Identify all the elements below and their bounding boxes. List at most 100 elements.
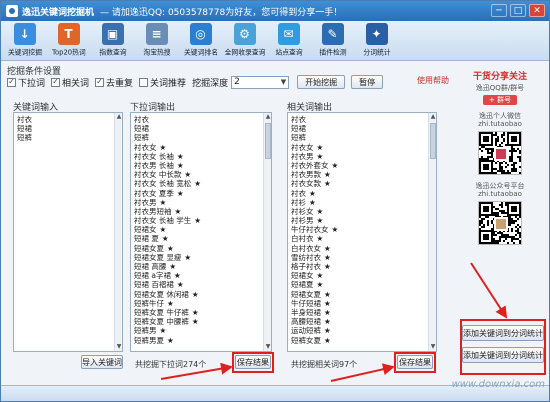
toolbar-item-4[interactable]: ◎ 关键词排名 [179, 21, 222, 59]
list-item[interactable]: 衬衫男 ★ [291, 216, 433, 225]
toolbar-item-0[interactable]: ↓ 关键词挖掘 [3, 21, 46, 59]
list-item[interactable]: 短裙 高腰 ★ [134, 262, 268, 271]
list-item[interactable]: 半身短裙 ★ [291, 308, 433, 317]
list-item[interactable]: 衬衣 [291, 115, 433, 124]
toolbar-item-8[interactable]: ✦ 分词统计 [355, 21, 398, 59]
list-item[interactable]: 白衬衣女 ★ [291, 244, 433, 253]
list-item[interactable]: 短裤 [134, 133, 268, 142]
toolbar-item-2[interactable]: ▣ 指数查询 [91, 21, 134, 59]
list-item[interactable]: 衬衣外套女 ★ [291, 161, 433, 170]
list-item[interactable]: 短裙女夏 ★ [291, 290, 433, 299]
list-item-text: 高腰短裙 [291, 317, 321, 327]
checkbox-related[interactable]: ✓ 相关词 [51, 76, 89, 89]
list-item-text: 短裙女 [291, 271, 314, 281]
list-item[interactable]: 短裤女夏 中腰裤 ★ [134, 317, 268, 326]
list-item[interactable]: 短裙 [17, 124, 119, 133]
list-item[interactable]: 短裤女夏 ★ [291, 336, 433, 345]
list-item[interactable]: 衬衫女 ★ [291, 207, 433, 216]
toolbar-item-7[interactable]: ✎ 插件检测 [311, 21, 354, 59]
checkbox-dropdown[interactable]: ✓ 下拉词 [7, 76, 45, 89]
list-item[interactable]: 衬衣男 长袖 ★ [134, 161, 268, 170]
list-item[interactable]: 运动短裤 ★ [291, 326, 433, 335]
add-to-segment-button-2[interactable]: 添加关键词到分词统计 [462, 347, 544, 363]
list-item[interactable]: 短裤男夏 ★ [134, 336, 268, 345]
toolbar-item-1[interactable]: T Top20热词 [47, 21, 90, 59]
list-item[interactable]: 短裙 [134, 124, 268, 133]
list-item[interactable]: 衬衣女 长袖 学生 ★ [134, 216, 268, 225]
list-item[interactable]: 衬衣 [17, 115, 119, 124]
list-item[interactable]: 衬衫 ★ [291, 198, 433, 207]
list-item[interactable]: 衬衣女款 ★ [291, 179, 433, 188]
list-item[interactable]: 短裙 a字裙 ★ [134, 271, 268, 280]
qq-group-text: 逸迅QQ群/群号 [475, 84, 525, 92]
list-item[interactable]: 衬衣 ★ [291, 189, 433, 198]
list-item-text: 衬衣女 夏季 [134, 188, 174, 198]
scrollbar[interactable]: ▲ ▼ [263, 113, 271, 351]
list-item[interactable]: 衬衣男 ★ [134, 198, 268, 207]
list-item[interactable]: 短裤牛仔 ★ [134, 299, 268, 308]
list-item-text: 短裙 a字裙 [134, 271, 171, 281]
toolbar-item-6[interactable]: ✉ 站点查询 [267, 21, 310, 59]
scrollbar[interactable]: ▲ ▼ [428, 113, 436, 351]
list-item-text: 白衬衣女 [291, 243, 321, 253]
list-item[interactable]: 衬衣女 长袖 ★ [134, 152, 268, 161]
list-item[interactable]: 短裙女夏 ★ [134, 244, 268, 253]
list-item[interactable]: 短裤 [17, 133, 119, 142]
start-button[interactable]: 开始挖掘 [297, 75, 346, 89]
input-panel[interactable]: 衬衣 短裙 短裤 ▲ ▼ [13, 112, 123, 352]
checkbox-box[interactable]: ✓ [51, 77, 61, 87]
close-button[interactable]: ✕ [529, 4, 545, 17]
maximize-button[interactable]: □ [510, 4, 526, 17]
wrench-icon: ✎ [321, 23, 344, 45]
toolbar-item-3[interactable]: ≡ 淘宝热搜 [135, 21, 178, 59]
list-item[interactable]: 短裙女 ★ [134, 225, 268, 234]
chevron-down-icon: ▼ [280, 78, 287, 86]
list-item[interactable]: 高腰短裙 ★ [291, 317, 433, 326]
related-output-panel[interactable]: 衬衣 短裙 短裤 衬衣女 ★ 衬衣男 ★ 衬衣外套女 ★ 衬衣男款 ★ 衬衣女款 ★ 衬衣 ★ 衬衫 ★ 衬衫女 ★… [287, 112, 437, 352]
dropdown-output-panel[interactable]: 衬衣 短裙 短裤 衬衣女 ★ 衬衣女 长袖 ★ 衬衣男 长袖 ★ 衬衣女 中长款 ★ 衬衣女 长袖 宽… [130, 112, 272, 352]
list-item[interactable]: 短裤男 ★ [134, 326, 268, 335]
list-item[interactable]: 衬衣女 ★ [291, 143, 433, 152]
checkbox-box[interactable]: ✓ [7, 77, 16, 87]
list-item[interactable]: 牛仔短裙 ★ [291, 299, 433, 308]
list-item[interactable]: 短裙 夏 ★ [134, 234, 268, 243]
related-count-text: 共挖掘相关词97个 [291, 360, 358, 369]
list-item[interactable]: 短裙女 ★ [291, 271, 433, 280]
help-link[interactable]: 使用帮助 [417, 75, 449, 86]
minimize-button[interactable]: ─ [491, 4, 507, 17]
depth-select[interactable]: 2 ▼ [231, 75, 290, 89]
checkbox-box[interactable] [139, 77, 149, 87]
app-window: 逸迅关键词挖掘机 — 请加逸迅QQ: 0503578778为好友，您可得到分享一… [0, 0, 550, 402]
list-item[interactable]: 短裤 [291, 133, 433, 142]
import-keywords-button[interactable]: 导入关键词 [81, 355, 123, 369]
list-item[interactable]: 衬衣男 ★ [291, 152, 433, 161]
join-group-button[interactable]: + 群号 [483, 95, 517, 105]
list-item[interactable]: 牛仔衬衣女 ★ [291, 225, 433, 234]
list-item-text: 衬衣男 [134, 197, 157, 207]
checkbox-recommend[interactable]: 关词推荐 [139, 76, 186, 89]
list-item[interactable]: 格子衬衣 ★ [291, 262, 433, 271]
list-item-text: 短裙女夏 [134, 243, 164, 253]
list-item[interactable]: 短裤女夏 牛仔裤 ★ [134, 308, 268, 317]
list-item[interactable]: 短裙 [291, 124, 433, 133]
list-item[interactable]: 衬衣女 ★ [134, 143, 268, 152]
add-to-segment-button[interactable]: 添加关键词到分词统计 [462, 325, 544, 341]
checkbox-box[interactable]: ✓ [95, 77, 105, 87]
list-item[interactable]: 衬衣女 长袖 宽松 ★ [134, 179, 268, 188]
list-item[interactable]: 衬衣女 夏季 ★ [134, 189, 268, 198]
list-item[interactable]: 衬衣女 中长款 ★ [134, 170, 268, 179]
list-item[interactable]: 衬衣 [134, 115, 268, 124]
list-item[interactable]: 短裙夏 ★ [291, 280, 433, 289]
list-item[interactable]: 雪纺衬衣 ★ [291, 253, 433, 262]
checkbox-dedupe[interactable]: ✓ 去重复 [95, 76, 133, 89]
pause-button[interactable]: 暂停 [351, 75, 384, 89]
list-item[interactable]: 短裙女夏 显瘦 ★ [134, 253, 268, 262]
list-item[interactable]: 短裙女夏 休闲裙 ★ [134, 290, 268, 299]
list-item[interactable]: 白衬衣 ★ [291, 234, 433, 243]
list-item[interactable]: 衬衣男款 ★ [291, 170, 433, 179]
list-item[interactable]: 衬衣男短袖 ★ [134, 207, 268, 216]
list-item[interactable]: 短裙 百褶裙 ★ [134, 280, 268, 289]
input-list: 衬衣 短裙 短裤 [14, 113, 122, 145]
toolbar-item-5[interactable]: ⚙ 全网收录查询 [223, 21, 266, 59]
scrollbar[interactable]: ▲ ▼ [114, 113, 122, 351]
